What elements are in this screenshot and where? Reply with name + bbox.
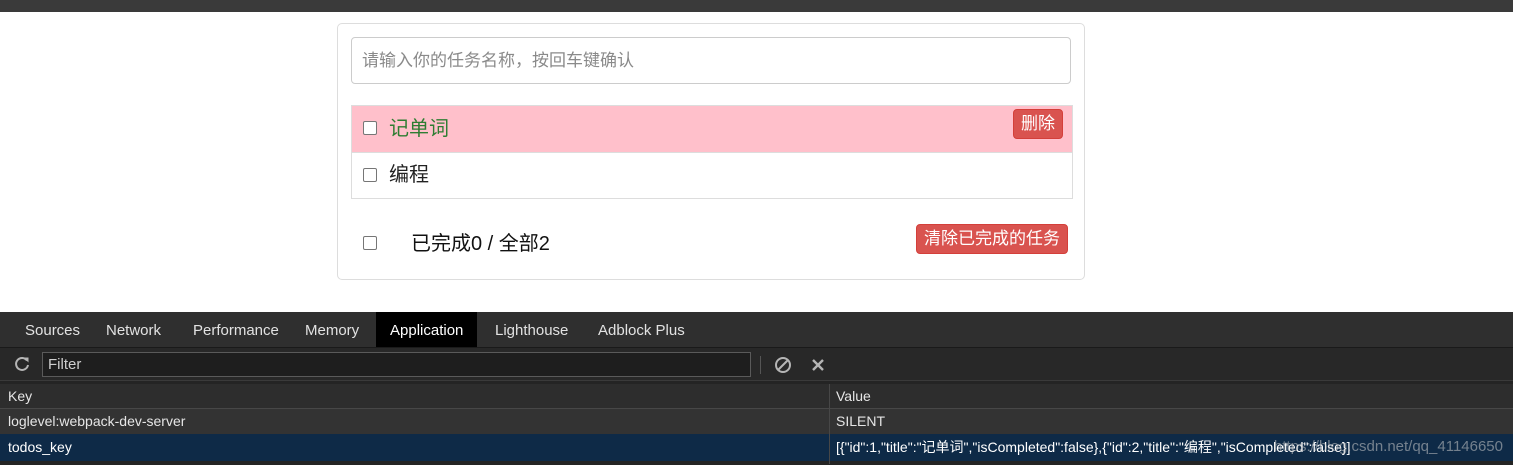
table-row[interactable]: loglevel:webpack-dev-server SILENT [0, 409, 1513, 434]
todo-item-checkbox[interactable] [363, 168, 377, 182]
devtools-tab-bar: Sources Network Performance Memory Appli… [0, 312, 1513, 348]
delete-button[interactable]: 删除 [1013, 109, 1063, 139]
column-divider[interactable] [829, 384, 830, 464]
tab-adblock-plus[interactable]: Adblock Plus [587, 312, 696, 347]
block-icon[interactable] [773, 355, 793, 379]
tab-lighthouse[interactable]: Lighthouse [484, 312, 579, 347]
tab-performance[interactable]: Performance [182, 312, 290, 347]
row-key: loglevel:webpack-dev-server [8, 413, 186, 429]
completion-summary: 已完成0 / 全部2 [411, 233, 550, 255]
browser-top-bar [0, 0, 1513, 12]
todo-item-title: 记单词 [389, 118, 449, 140]
todo-item-title: 编程 [389, 164, 429, 186]
row-key: todos_key [8, 439, 72, 455]
filter-input[interactable] [42, 352, 751, 377]
row-value: SILENT [836, 413, 886, 429]
column-header-key[interactable]: Key [8, 384, 820, 409]
todo-item[interactable]: 编程 [352, 152, 1072, 198]
table-header: Key Value [0, 384, 1513, 409]
todo-item[interactable]: 记单词 删除 [352, 106, 1072, 152]
table-row-selected[interactable]: todos_key [{"id":1,"title":"记单词","isComp… [0, 434, 1513, 461]
select-all-checkbox[interactable] [363, 236, 377, 250]
task-input[interactable] [351, 37, 1071, 84]
clear-completed-button[interactable]: 清除已完成的任务 [916, 224, 1068, 254]
toolbar-divider [760, 356, 761, 374]
todo-item-checkbox[interactable] [363, 121, 377, 135]
tab-application[interactable]: Application [376, 312, 478, 347]
tab-memory[interactable]: Memory [294, 312, 370, 347]
storage-toolbar [0, 348, 1513, 381]
tab-network[interactable]: Network [95, 312, 172, 347]
todo-container: 记单词 删除 编程 已完成0 / 全部2 清除已完成的任务 [337, 23, 1085, 280]
todo-list: 记单词 删除 编程 [351, 105, 1073, 199]
column-header-value[interactable]: Value [836, 384, 1506, 409]
storage-table: Key Value loglevel:webpack-dev-server SI… [0, 384, 1513, 465]
tab-sources[interactable]: Sources [14, 312, 91, 347]
refresh-icon[interactable] [12, 354, 32, 378]
row-value: [{"id":1,"title":"记单词","isCompleted":fal… [836, 439, 1351, 455]
close-icon[interactable] [808, 355, 828, 379]
devtools-panel: Sources Network Performance Memory Appli… [0, 312, 1513, 465]
